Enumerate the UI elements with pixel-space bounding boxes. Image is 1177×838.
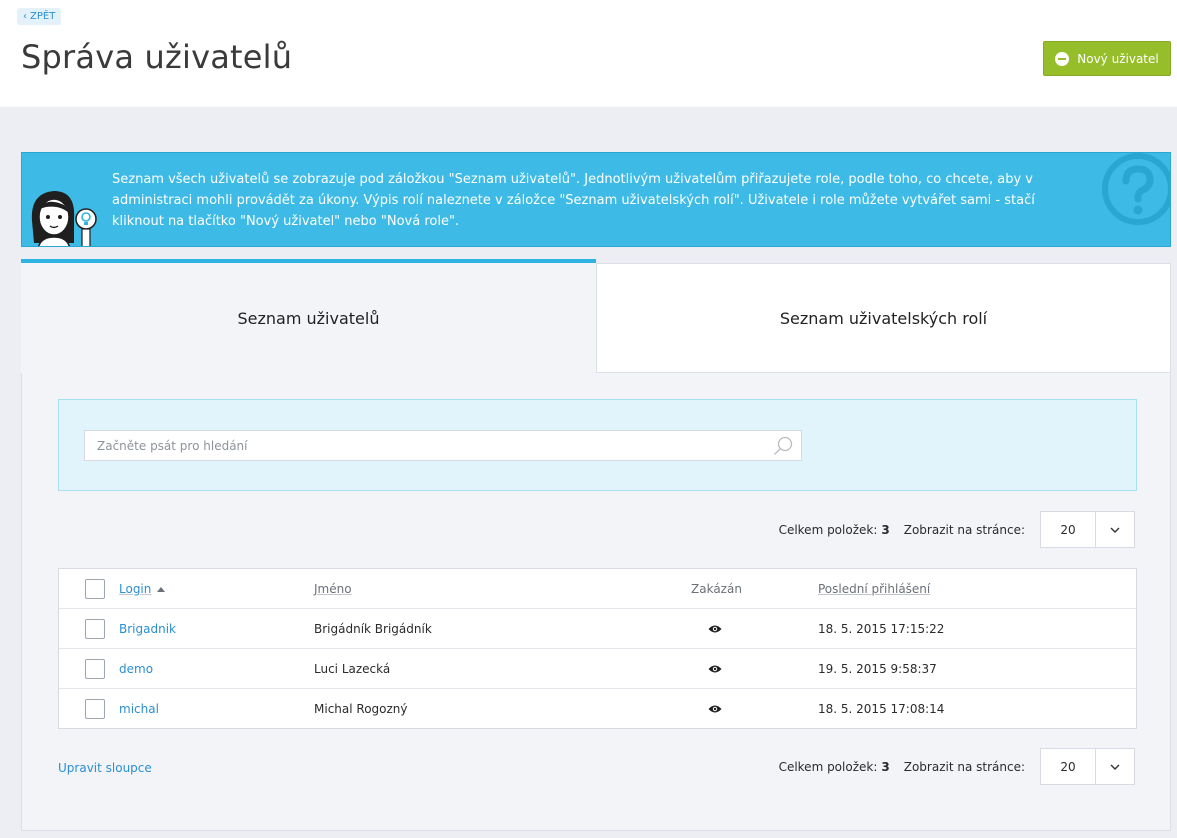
tab-user-roles-label: Seznam uživatelských rolí: [779, 308, 988, 328]
row-checkbox[interactable]: [85, 619, 105, 639]
mascot-girl-icon: [31, 191, 97, 246]
search-input[interactable]: [85, 431, 801, 460]
last-login: 19. 5. 2015 9:58:37: [818, 662, 937, 676]
per-page-select[interactable]: 20: [1040, 511, 1135, 548]
login-link[interactable]: michal: [119, 702, 159, 716]
select-all-checkbox[interactable]: [85, 579, 105, 599]
per-page-value: 20: [1041, 512, 1096, 547]
column-name-label: Jméno: [314, 582, 352, 596]
per-page-label: Zobrazit na stránce:: [903, 522, 1025, 537]
chevron-down-icon[interactable]: [1096, 749, 1134, 784]
tab-bar: Seznam uživatelů Seznam uživatelských ro…: [21, 259, 1171, 373]
pager-top: Celkem položek: 3 Zobrazit na stránce: 2…: [779, 511, 1135, 548]
page-title: Správa uživatelů: [21, 38, 293, 76]
eye-icon: [708, 649, 722, 689]
column-name[interactable]: Jméno: [314, 569, 352, 609]
search-field: [84, 430, 802, 461]
chevron-left-icon: ‹: [23, 11, 27, 22]
back-label: ZPĚT: [30, 11, 56, 22]
tab-user-roles[interactable]: Seznam uživatelských rolí: [596, 263, 1171, 373]
last-login: 18. 5. 2015 17:08:14: [818, 702, 945, 716]
per-page-value: 20: [1041, 749, 1096, 784]
info-text: Seznam všech uživatelů se zobrazuje pod …: [112, 172, 1035, 229]
total-value: 3: [881, 759, 890, 774]
user-name: Brigádník Brigádník: [314, 622, 432, 636]
tab-user-list-label: Seznam uživatelů: [237, 308, 380, 328]
total-label: Celkem položek:: [778, 522, 878, 537]
login-link[interactable]: Brigadnik: [119, 622, 176, 636]
row-checkbox[interactable]: [85, 659, 105, 679]
column-login-label: Login: [119, 582, 152, 596]
edit-columns-link[interactable]: Upravit sloupce: [58, 761, 152, 775]
per-page-select[interactable]: 20: [1040, 748, 1135, 785]
sort-asc-icon: [157, 586, 166, 592]
user-list-panel: Celkem položek: 3 Zobrazit na stránce: 2…: [21, 373, 1171, 831]
tab-user-list[interactable]: Seznam uživatelů: [21, 259, 596, 373]
table-header-row: Login Jméno Zakázán Poslední přihlášení: [59, 569, 1136, 609]
search-icon[interactable]: [773, 436, 793, 456]
chevron-down-icon[interactable]: [1096, 512, 1134, 547]
login-link[interactable]: demo: [119, 662, 153, 676]
new-user-label: Nový uživatel: [1077, 51, 1159, 66]
info-banner: Seznam všech uživatelů se zobrazuje pod …: [21, 152, 1171, 247]
pager-bottom: Celkem položek: 3 Zobrazit na stránce: 2…: [779, 748, 1135, 785]
user-name: Luci Lazecká: [314, 662, 391, 676]
last-login: 18. 5. 2015 17:15:22: [818, 622, 945, 636]
column-disabled: Zakázán: [691, 569, 742, 609]
question-mark-icon: [1102, 153, 1170, 225]
per-page-label: Zobrazit na stránce:: [903, 759, 1025, 774]
column-disabled-label: Zakázán: [691, 582, 742, 596]
new-user-button[interactable]: Nový uživatel: [1043, 41, 1171, 76]
page-header: ‹ ZPĚT Správa uživatelů Nový uživatel: [0, 0, 1177, 107]
search-box: [58, 399, 1137, 491]
total-label: Celkem položek:: [778, 759, 878, 774]
eye-icon: [708, 689, 722, 729]
table-row: michal Michal Rogozný 18. 5. 2015 17:08:…: [59, 689, 1136, 729]
back-link[interactable]: ‹ ZPĚT: [17, 8, 62, 25]
table-row: demo Luci Lazecká 19. 5. 2015 9:58:37: [59, 649, 1136, 689]
user-name: Michal Rogozný: [314, 702, 408, 716]
eye-icon: [708, 609, 722, 649]
column-last-login[interactable]: Poslední přihlášení: [818, 569, 930, 609]
total-value: 3: [881, 522, 890, 537]
table-row: Brigadnik Brigádník Brigádník 18. 5. 201…: [59, 609, 1136, 649]
users-table: Login Jméno Zakázán Poslední přihlášení …: [58, 568, 1137, 729]
column-last-login-label: Poslední přihlášení: [818, 582, 931, 596]
row-checkbox[interactable]: [85, 699, 105, 719]
column-login[interactable]: Login: [119, 569, 166, 609]
plus-circle-icon: [1055, 51, 1070, 66]
